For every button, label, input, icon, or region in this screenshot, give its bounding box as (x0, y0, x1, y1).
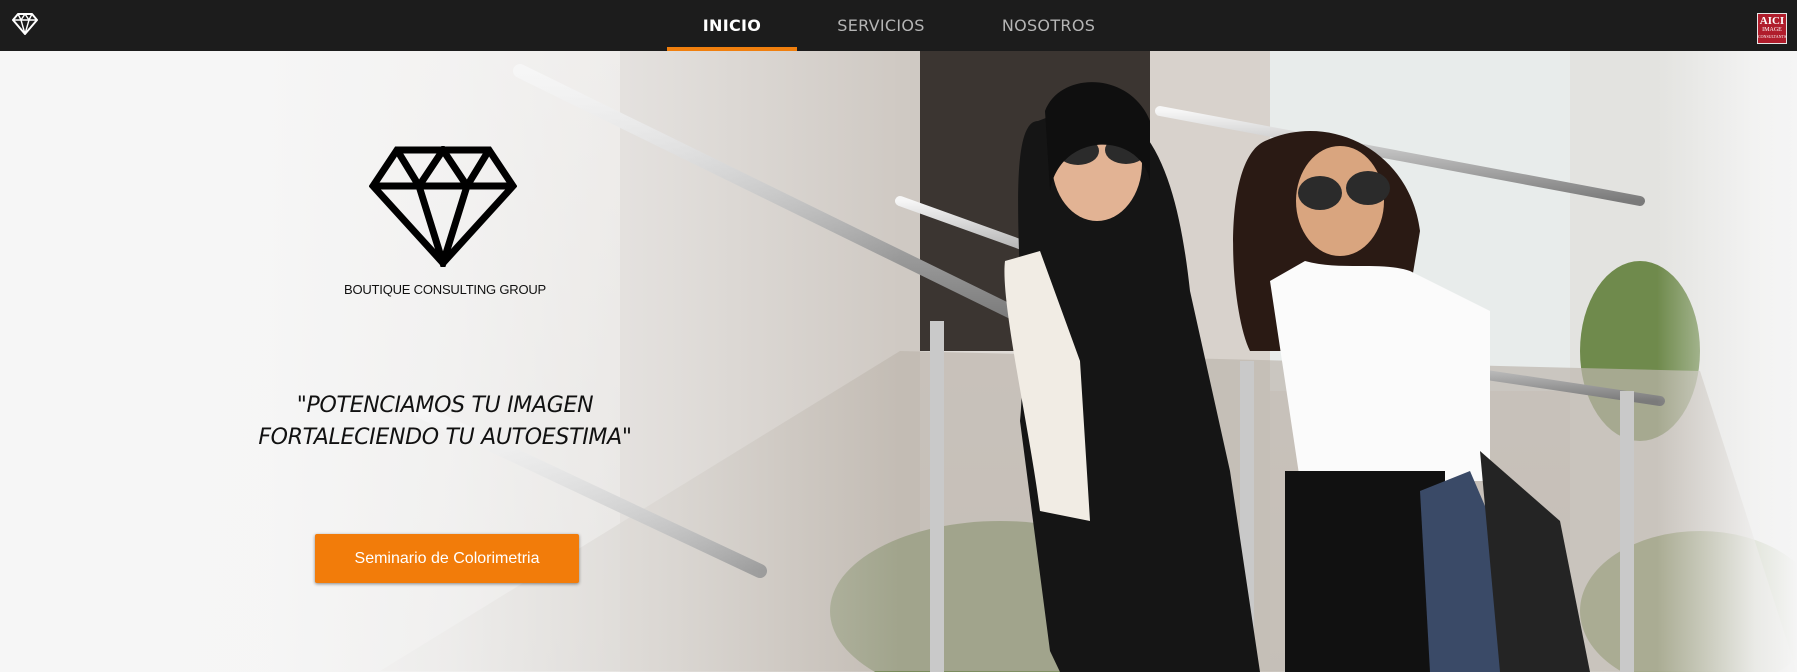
nav-item-servicios[interactable]: SERVICIOS (797, 0, 965, 51)
aici-logo-badge[interactable]: AICI IMAGE CONSULTANTS (1757, 13, 1787, 44)
diamond-icon (369, 146, 517, 267)
hero-fade-overlay-right (1657, 51, 1797, 672)
nav-item-nosotros[interactable]: NOSOTROS (965, 0, 1132, 51)
seminar-cta-button[interactable]: Seminario de Colorimetria (315, 534, 579, 583)
hero-tagline: "POTENCIAMOS TU IMAGEN FORTALECIENDO TU … (220, 390, 670, 454)
hero-section: BOUTIQUE CONSULTING GROUP "POTENCIAMOS T… (0, 51, 1797, 672)
badge-line1: AICI (1759, 15, 1785, 27)
diamond-icon[interactable] (12, 13, 38, 35)
top-navigation-bar: INICIO SERVICIOS NOSOTROS AICI IMAGE CON… (0, 0, 1797, 52)
brand-name: BOUTIQUE CONSULTING GROUP (343, 282, 547, 297)
main-nav: INICIO SERVICIOS NOSOTROS (667, 0, 1132, 51)
badge-line2: IMAGE (1762, 27, 1782, 33)
badge-line3: CONSULTANTS (1758, 34, 1787, 39)
nav-item-inicio[interactable]: INICIO (667, 0, 797, 51)
tagline-line-1: "POTENCIAMOS TU IMAGEN (296, 393, 594, 418)
tagline-line-2: FORTALECIENDO TU AUTOESTIMA" (258, 425, 632, 450)
